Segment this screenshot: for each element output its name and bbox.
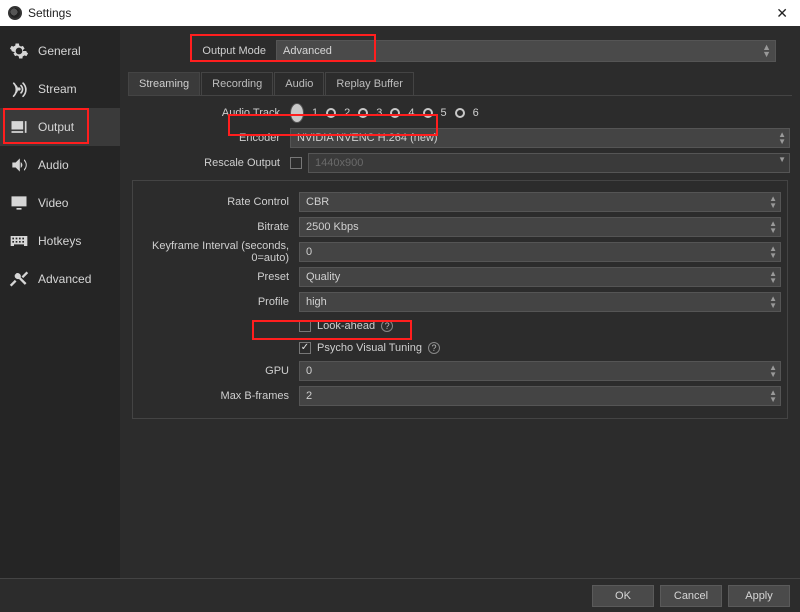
window-title: Settings [28, 6, 71, 20]
tab-audio[interactable]: Audio [274, 72, 324, 95]
spinner-icon[interactable] [769, 220, 777, 234]
speaker-icon [8, 154, 30, 176]
keyframe-input[interactable]: 0 [299, 242, 781, 262]
audio-track-group: 1 2 3 4 5 6 [290, 103, 479, 123]
encoder-settings-panel: Rate Control CBR▲▼ Bitrate 2500 Kbps Key… [132, 180, 788, 419]
sidebar-item-label: Output [38, 120, 74, 134]
tab-streaming[interactable]: Streaming [128, 72, 200, 95]
output-icon [8, 116, 30, 138]
keyboard-icon [8, 230, 30, 252]
sidebar-item-stream[interactable]: Stream [0, 70, 120, 108]
window-titlebar: Settings ✕ [0, 0, 800, 26]
preset-select[interactable]: Quality▲▼ [299, 267, 781, 287]
spinner-icon[interactable] [769, 364, 777, 378]
output-tabs: Streaming Recording Audio Replay Buffer [128, 72, 792, 96]
lookahead-label: Look-ahead [317, 320, 375, 332]
spinner-icon[interactable] [769, 389, 777, 403]
help-icon[interactable]: ? [381, 320, 393, 332]
output-mode-select[interactable]: Advanced ▲▼ [276, 40, 776, 62]
ok-button[interactable]: OK [592, 585, 654, 607]
bitrate-input[interactable]: 2500 Kbps [299, 217, 781, 237]
max-b-input[interactable]: 2 [299, 386, 781, 406]
chevron-down-icon: ▼ [778, 156, 786, 163]
tab-replay-buffer[interactable]: Replay Buffer [325, 72, 413, 95]
sidebar-item-hotkeys[interactable]: Hotkeys [0, 222, 120, 260]
chevron-updown-icon: ▲▼ [762, 44, 771, 58]
audio-track-radio-2[interactable] [326, 108, 336, 118]
sidebar-item-audio[interactable]: Audio [0, 146, 120, 184]
pvt-checkbox[interactable] [299, 342, 311, 354]
pvt-label: Psycho Visual Tuning [317, 342, 422, 354]
tab-recording[interactable]: Recording [201, 72, 273, 95]
sidebar-item-label: Advanced [38, 272, 91, 286]
spinner-icon[interactable] [769, 245, 777, 259]
gear-icon [8, 40, 30, 62]
rescale-value-select[interactable]: 1440x900 ▼ [308, 153, 790, 173]
audio-track-radio-5[interactable] [423, 108, 433, 118]
output-mode-label: Output Mode [196, 45, 266, 57]
sidebar-item-label: General [38, 44, 81, 58]
audio-track-radio-1[interactable] [290, 103, 304, 123]
sidebar-item-label: Hotkeys [38, 234, 81, 248]
help-icon[interactable]: ? [428, 342, 440, 354]
gpu-input[interactable]: 0 [299, 361, 781, 381]
monitor-icon [8, 192, 30, 214]
sidebar-item-output[interactable]: Output [0, 108, 120, 146]
sidebar-item-general[interactable]: General [0, 32, 120, 70]
bitrate-label: Bitrate [139, 221, 289, 233]
settings-sidebar: General Stream Output Audio Video Hotkey… [0, 26, 120, 578]
dialog-footer: OK Cancel Apply [0, 578, 800, 612]
cancel-button[interactable]: Cancel [660, 585, 722, 607]
rescale-checkbox[interactable] [290, 157, 302, 169]
keyframe-label: Keyframe Interval (seconds, 0=auto) [139, 240, 289, 264]
max-b-label: Max B-frames [139, 390, 289, 402]
window-close-button[interactable]: ✕ [772, 5, 792, 22]
sidebar-item-label: Audio [38, 158, 69, 172]
sidebar-item-label: Video [38, 196, 68, 210]
antenna-icon [8, 78, 30, 100]
rate-control-label: Rate Control [139, 196, 289, 208]
audio-track-label: Audio Track [130, 107, 280, 119]
lookahead-checkbox[interactable] [299, 320, 311, 332]
rate-control-select[interactable]: CBR▲▼ [299, 192, 781, 212]
app-logo-icon [8, 6, 22, 20]
sidebar-item-label: Stream [38, 82, 77, 96]
sidebar-item-advanced[interactable]: Advanced [0, 260, 120, 298]
rescale-label: Rescale Output [130, 157, 280, 169]
audio-track-radio-4[interactable] [390, 108, 400, 118]
chevron-updown-icon: ▲▼ [769, 295, 777, 309]
encoder-select[interactable]: NVIDIA NVENC H.264 (new) ▲▼ [290, 128, 790, 148]
audio-track-radio-6[interactable] [455, 108, 465, 118]
gpu-label: GPU [139, 365, 289, 377]
tools-icon [8, 268, 30, 290]
preset-label: Preset [139, 271, 289, 283]
chevron-updown-icon: ▲▼ [769, 195, 777, 209]
profile-label: Profile [139, 296, 289, 308]
audio-track-radio-3[interactable] [358, 108, 368, 118]
profile-select[interactable]: high▲▼ [299, 292, 781, 312]
sidebar-item-video[interactable]: Video [0, 184, 120, 222]
encoder-label: Encoder [130, 132, 280, 144]
apply-button[interactable]: Apply [728, 585, 790, 607]
chevron-updown-icon: ▲▼ [769, 270, 777, 284]
chevron-updown-icon: ▲▼ [778, 131, 786, 145]
